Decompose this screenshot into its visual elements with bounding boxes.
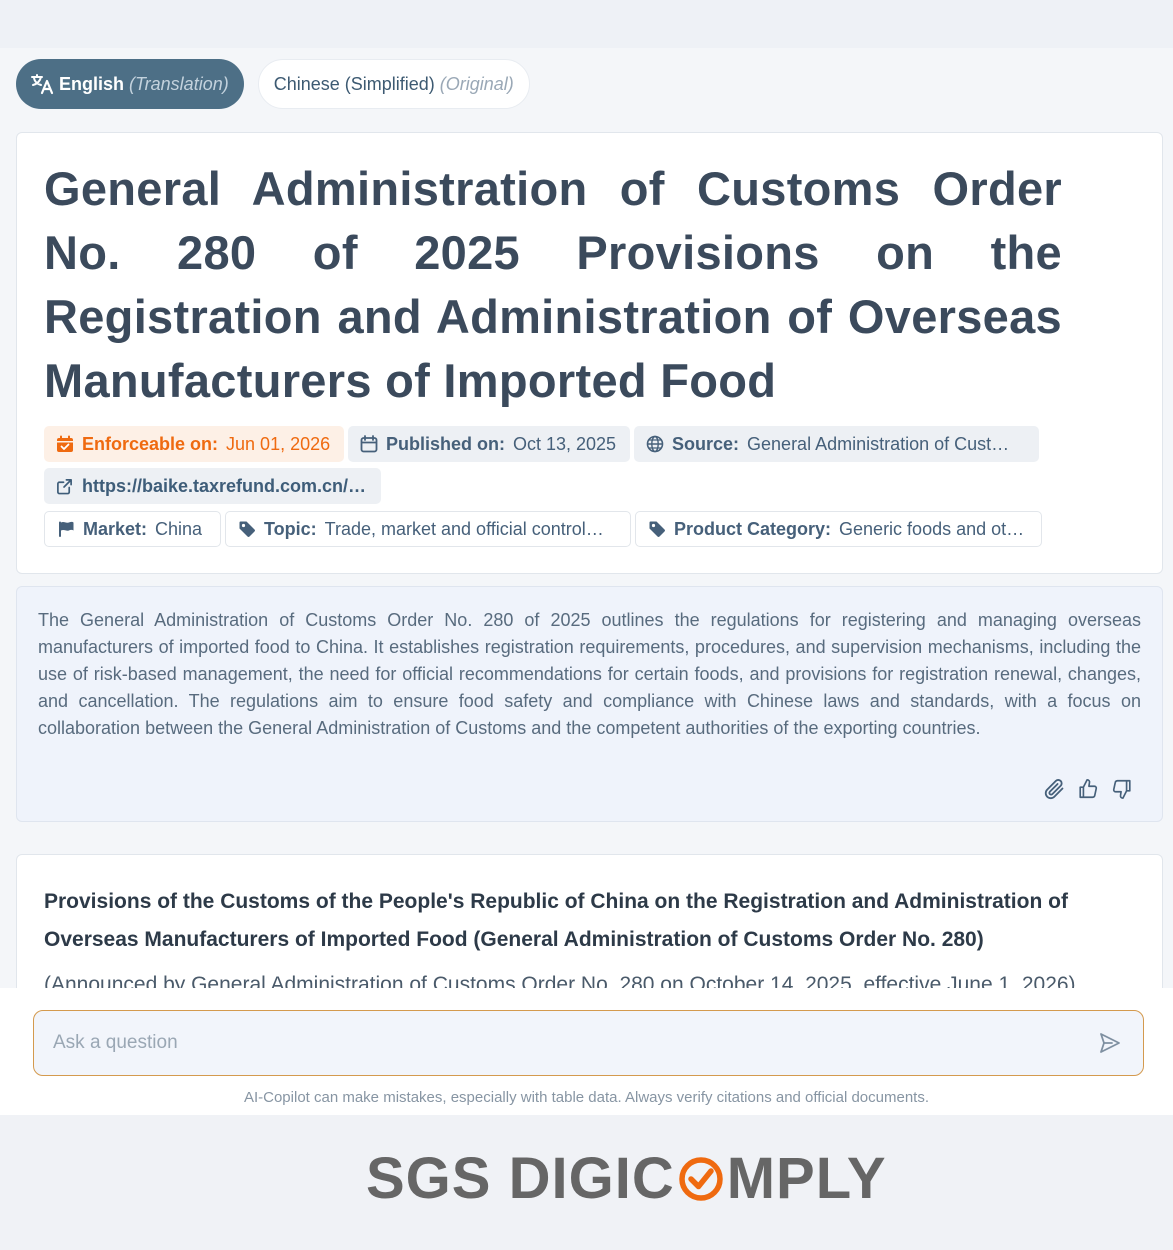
enforceable-label: Enforceable on:: [82, 433, 219, 454]
market-value: China: [155, 518, 203, 539]
document-title: General Administration of Customs Order …: [44, 162, 1062, 407]
document-view: English (Translation) Chinese (Simplifie…: [0, 48, 1173, 988]
check-circle-icon: [676, 1154, 726, 1204]
document-content-card: Provisions of the Customs of the People'…: [16, 854, 1163, 988]
category-value: Generic foods and ot…: [839, 518, 1025, 539]
paperclip-icon[interactable]: [1042, 777, 1066, 801]
ai-disclaimer: AI-Copilot can make mistakes, especially…: [243, 1089, 930, 1106]
topic-label: Topic:: [264, 518, 317, 539]
summary-actions: [1042, 777, 1134, 801]
source-label: Source:: [672, 433, 740, 454]
source-link[interactable]: https://baike.taxrefund.com.cn/ht…: [44, 468, 381, 504]
tag-icon: [238, 520, 256, 538]
tab-english-translation[interactable]: English (Translation): [16, 59, 244, 109]
source-value: General Administration of Cust…: [747, 433, 1010, 454]
logo-text-right: MPLY: [726, 1146, 887, 1211]
tab-chinese-label: Chinese (Simplified): [273, 73, 435, 94]
external-link-icon: [56, 477, 74, 495]
ai-summary-card: The General Administration of Customs Or…: [16, 586, 1163, 822]
send-icon[interactable]: [1096, 1029, 1124, 1057]
content-first-line: (Announced by General Administration of …: [44, 973, 1076, 988]
published-value: Oct 13, 2025: [513, 433, 617, 454]
source-chip: Source: General Administration of Cust…: [634, 426, 1039, 462]
summary-text: The General Administration of Customs Or…: [38, 610, 1141, 738]
category-label: Product Category:: [674, 518, 832, 539]
tab-english-label: English: [59, 73, 125, 94]
logo-text-left: SGS DIGIC: [366, 1146, 675, 1211]
flag-icon: [57, 520, 75, 538]
thumbs-up-icon[interactable]: [1076, 777, 1100, 801]
enforceable-value: Jun 01, 2026: [226, 433, 331, 454]
source-link-text: https://baike.taxrefund.com.cn/ht…: [82, 475, 369, 496]
product-category-chip: Product Category: Generic foods and ot…: [635, 511, 1042, 547]
tab-chinese-original[interactable]: Chinese (Simplified) (Original): [257, 59, 530, 109]
language-switcher: English (Translation) Chinese (Simplifie…: [16, 59, 530, 109]
calendar-icon: [360, 435, 378, 453]
topic-chip: Topic: Trade, market and official contro…: [225, 511, 631, 547]
tab-chinese-sub: (Original): [439, 73, 514, 94]
ask-panel: AI-Copilot can make mistakes, especially…: [0, 988, 1173, 1115]
market-chip: Market: China: [44, 511, 221, 547]
globe-icon: [646, 435, 664, 453]
sgs-digicomply-logo: SGS DIGIC MPLY: [366, 1147, 887, 1211]
published-date-chip: Published on: Oct 13, 2025: [348, 426, 630, 462]
tab-english-sub: (Translation): [129, 73, 229, 94]
ask-question-input[interactable]: [33, 1010, 1144, 1076]
translate-icon: [31, 73, 55, 95]
topic-value: Trade, market and official control…: [324, 518, 604, 539]
market-label: Market:: [83, 518, 148, 539]
published-label: Published on:: [386, 433, 505, 454]
top-band: [0, 0, 1173, 48]
thumbs-down-icon[interactable]: [1110, 777, 1134, 801]
content-heading: Provisions of the Customs of the People'…: [44, 890, 1068, 951]
footer: SGS DIGIC MPLY: [0, 1115, 1173, 1250]
document-header-card: General Administration of Customs Order …: [16, 132, 1163, 574]
calendar-check-icon: [56, 435, 74, 453]
enforceable-date-chip: Enforceable on: Jun 01, 2026: [44, 426, 344, 462]
tag-icon: [648, 520, 666, 538]
